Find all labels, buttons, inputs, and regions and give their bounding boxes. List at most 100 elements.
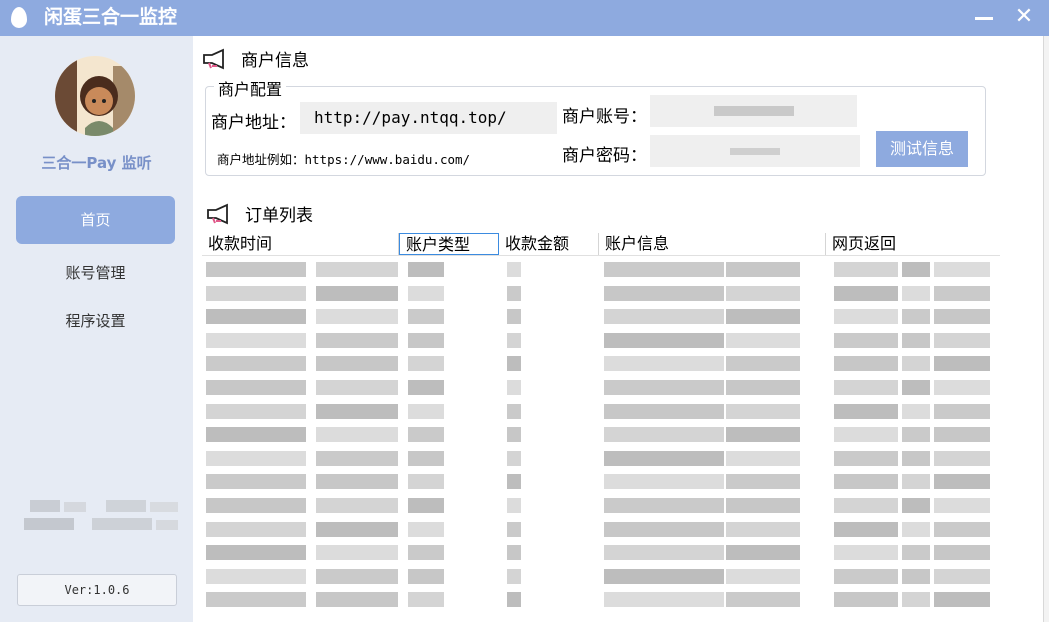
table-row[interactable]	[202, 258, 1000, 281]
redacted-cell	[604, 521, 724, 537]
avatar-illustration-icon	[55, 56, 135, 136]
redacted-cell	[316, 498, 398, 513]
redacted-cell	[934, 568, 990, 584]
redacted-cell	[408, 380, 444, 395]
close-button[interactable]: ✕	[1006, 0, 1042, 36]
merchant-password-input[interactable]	[650, 135, 860, 167]
redacted-cell	[206, 285, 306, 301]
merchant-section-header: 商户信息	[201, 46, 309, 71]
redacted-cell	[507, 498, 521, 513]
redacted-cell	[834, 450, 898, 466]
redacted-cell	[726, 262, 800, 277]
redacted-cell	[902, 474, 930, 490]
redacted-cell	[726, 403, 800, 419]
redacted-cell	[834, 285, 898, 301]
redacted-cell	[507, 592, 521, 608]
redacted-cell	[726, 545, 800, 561]
table-row[interactable]	[202, 447, 1000, 470]
table-row[interactable]	[202, 400, 1000, 423]
redacted-cell	[934, 592, 990, 608]
redacted-cell	[206, 262, 306, 277]
redacted-cell	[604, 285, 724, 301]
table-row[interactable]	[202, 565, 1000, 588]
nav-item-account-management[interactable]: 账号管理	[16, 249, 175, 297]
redacted-cell	[507, 450, 521, 466]
table-row[interactable]	[202, 518, 1000, 541]
redacted-cell	[902, 498, 930, 513]
redacted-cell	[902, 545, 930, 561]
redacted-cell	[604, 332, 724, 348]
redacted-cell	[604, 568, 724, 584]
avatar	[55, 56, 135, 136]
merchant-account-input[interactable]	[650, 95, 857, 127]
table-row[interactable]	[202, 588, 1000, 611]
redacted-cell	[934, 403, 990, 419]
column-header-web-response[interactable]: 网页返回	[826, 233, 1000, 255]
redacted-cell	[206, 427, 306, 443]
column-header-time[interactable]: 收款时间	[202, 233, 399, 255]
redacted-cell	[604, 356, 724, 372]
column-header-account-info[interactable]: 账户信息	[599, 233, 826, 255]
redacted-cell	[726, 450, 800, 466]
table-row[interactable]	[202, 470, 1000, 493]
table-row[interactable]	[202, 329, 1000, 352]
redacted-cell	[408, 285, 444, 301]
redacted-cell	[726, 356, 800, 372]
redacted-cell	[604, 262, 724, 277]
egg-logo-icon	[11, 7, 27, 28]
redacted-cell	[507, 356, 521, 372]
redacted-cell	[507, 545, 521, 561]
redacted-cell	[834, 403, 898, 419]
redacted-cell	[902, 285, 930, 301]
redacted-cell	[726, 521, 800, 537]
redacted-cell	[902, 403, 930, 419]
redacted-cell	[408, 356, 444, 372]
table-row[interactable]	[202, 352, 1000, 375]
redacted-cell	[902, 309, 930, 325]
minimize-button[interactable]	[966, 0, 1002, 36]
redacted-cell	[834, 427, 898, 443]
redacted-cell	[206, 568, 306, 584]
redacted-cell	[507, 521, 521, 537]
redacted-cell	[507, 262, 521, 277]
table-row[interactable]	[202, 494, 1000, 517]
nav-item-home[interactable]: 首页	[16, 196, 175, 244]
redacted-cell	[316, 309, 398, 325]
redacted-cell	[834, 262, 898, 277]
column-header-amount[interactable]: 收款金额	[499, 233, 599, 255]
redacted-cell	[902, 568, 930, 584]
redacted-cell	[206, 545, 306, 561]
table-row[interactable]	[202, 423, 1000, 446]
redacted-cell	[834, 545, 898, 561]
redacted-cell	[902, 592, 930, 608]
title-bar: 闲蛋三合一监控 ✕	[0, 0, 1049, 36]
redacted-cell	[834, 521, 898, 537]
table-row[interactable]	[202, 282, 1000, 305]
redacted-cell	[934, 285, 990, 301]
redacted-cell	[726, 380, 800, 395]
merchant-address-label: 商户地址：	[211, 113, 296, 133]
redacted-cell	[507, 474, 521, 490]
redacted-cell	[408, 262, 444, 277]
table-row[interactable]	[202, 376, 1000, 399]
redacted-cell	[834, 332, 898, 348]
redacted-cell	[902, 450, 930, 466]
redacted-cell	[206, 474, 306, 490]
column-header-account-type[interactable]: 账户类型	[399, 233, 499, 255]
merchant-password-label: 商户密码：	[562, 146, 647, 166]
redacted-cell	[902, 356, 930, 372]
redacted-cell	[507, 380, 521, 395]
table-row[interactable]	[202, 305, 1000, 328]
redacted-cell	[316, 545, 398, 561]
window-edge-scrollbar[interactable]	[1043, 36, 1049, 622]
table-row[interactable]	[202, 541, 1000, 564]
minimize-icon	[975, 17, 993, 20]
nav-item-program-settings[interactable]: 程序设置	[16, 297, 175, 345]
orders-table-header: 收款时间 账户类型 收款金额 账户信息 网页返回	[202, 233, 1000, 256]
redacted-cell	[408, 427, 444, 443]
redacted-cell	[316, 474, 398, 490]
test-info-button[interactable]: 测试信息	[876, 131, 968, 167]
redacted-cell	[316, 356, 398, 372]
redacted-cell	[834, 498, 898, 513]
merchant-address-input[interactable]: http://pay.ntqq.top/	[300, 102, 557, 134]
